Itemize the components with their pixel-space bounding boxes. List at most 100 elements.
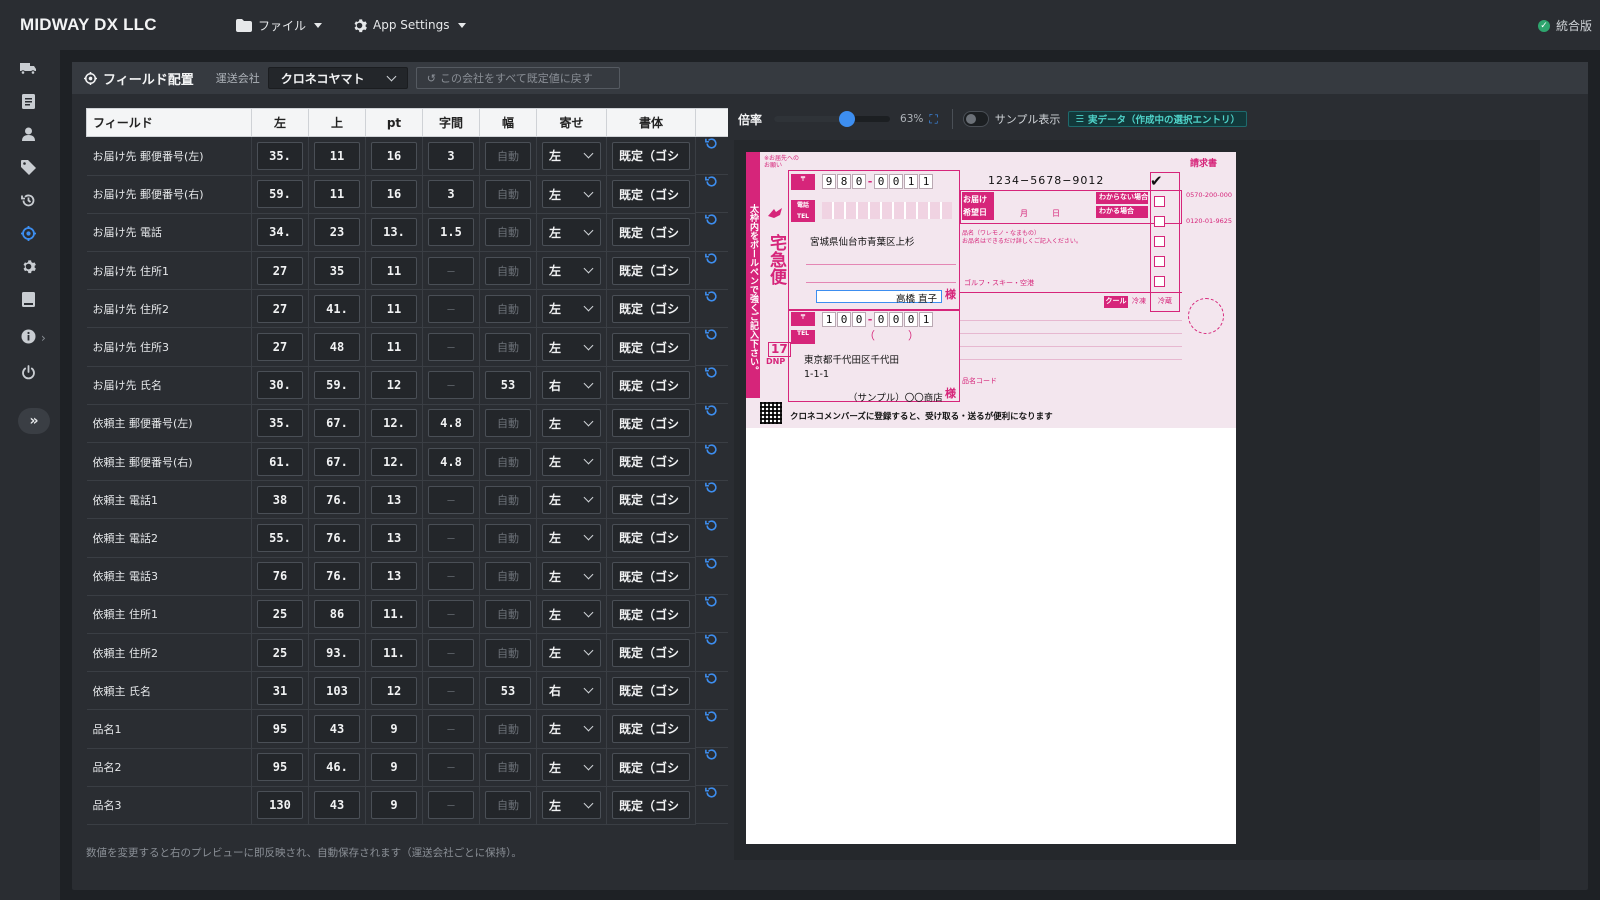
width-input[interactable]: 自動 [485,218,531,247]
reset-row-icon[interactable] [705,213,718,226]
left-input[interactable]: 27 [257,333,303,362]
reset-row-icon[interactable] [705,290,718,303]
font-select[interactable]: 既定（ゴシ [612,256,690,285]
top-input[interactable]: 76. [314,523,360,552]
align-select[interactable]: 左 [542,485,601,514]
spacing-input[interactable]: – [428,600,474,629]
pt-input[interactable]: 11 [371,294,417,323]
reset-row-icon[interactable] [705,786,718,799]
left-input[interactable]: 31 [257,676,303,705]
spacing-input[interactable]: – [428,333,474,362]
pt-input[interactable]: 13 [371,523,417,552]
font-select[interactable]: 既定（ゴシ [612,600,690,629]
align-select[interactable]: 左 [542,753,601,782]
font-select[interactable]: 既定（ゴシ [612,676,690,705]
align-select[interactable]: 左 [542,600,601,629]
pt-input[interactable]: 11 [371,333,417,362]
width-input[interactable]: 53 [485,371,531,400]
reset-row-icon[interactable] [705,137,718,150]
align-select[interactable]: 右 [542,371,601,400]
pt-input[interactable]: 16 [371,180,417,209]
field-table-scroll[interactable]: フィールド 左 上 pt 字間 幅 寄せ 書体 お届け先 郵便番号(左) 35. 1… [86,108,728,844]
spacing-input[interactable]: 1.5 [428,218,474,247]
left-input[interactable]: 34. [257,218,303,247]
width-input[interactable]: 自動 [485,333,531,362]
font-select[interactable]: 既定（ゴシ [612,447,690,476]
pt-input[interactable]: 9 [371,714,417,743]
top-input[interactable]: 35 [314,256,360,285]
top-input[interactable]: 41. [314,294,360,323]
reset-row-icon[interactable] [705,443,718,456]
width-input[interactable]: 自動 [485,638,531,667]
width-input[interactable]: 自動 [485,141,531,170]
align-select[interactable]: 左 [542,294,601,323]
width-input[interactable]: 自動 [485,714,531,743]
spacing-input[interactable]: – [428,791,474,820]
spacing-input[interactable]: – [428,523,474,552]
left-input[interactable]: 59. [257,180,303,209]
left-input[interactable]: 130 [257,791,303,820]
reset-row-icon[interactable] [705,557,718,570]
left-input[interactable]: 27 [257,294,303,323]
font-select[interactable]: 既定（ゴシ [612,409,690,438]
carrier-select[interactable]: クロネコヤマト [267,67,408,89]
pt-input[interactable]: 16 [371,141,417,170]
left-input[interactable]: 95 [257,714,303,743]
reset-row-icon[interactable] [705,519,718,532]
width-input[interactable]: 自動 [485,791,531,820]
font-select[interactable]: 既定（ゴシ [612,562,690,591]
sidebar-item-field-layout[interactable] [16,223,40,243]
left-input[interactable]: 25 [257,600,303,629]
reset-row-icon[interactable] [705,328,718,341]
top-input[interactable]: 11 [314,141,360,170]
reset-row-icon[interactable] [705,595,718,608]
reset-row-icon[interactable] [705,633,718,646]
spacing-input[interactable]: – [428,371,474,400]
align-select[interactable]: 左 [542,333,601,362]
top-input[interactable]: 76. [314,485,360,514]
spacing-input[interactable]: 3 [428,180,474,209]
pt-input[interactable]: 9 [371,791,417,820]
width-input[interactable]: 自動 [485,562,531,591]
sidebar-item-info[interactable] [16,326,40,346]
top-input[interactable]: 48 [314,333,360,362]
sidebar-item-logout[interactable] [16,362,40,382]
top-input[interactable]: 93. [314,638,360,667]
spacing-input[interactable]: 3 [428,141,474,170]
spacing-input[interactable]: – [428,485,474,514]
spacing-input[interactable]: 4.8 [428,409,474,438]
reset-row-icon[interactable] [705,175,718,188]
width-input[interactable]: 自動 [485,409,531,438]
width-input[interactable]: 自動 [485,600,531,629]
fit-to-screen-icon[interactable]: ⛶ [929,112,937,127]
align-select[interactable]: 左 [542,714,601,743]
top-input[interactable]: 46. [314,753,360,782]
pt-input[interactable]: 11. [371,638,417,667]
font-select[interactable]: 既定（ゴシ [612,294,690,323]
width-input[interactable]: 自動 [485,256,531,285]
left-input[interactable]: 35. [257,141,303,170]
font-select[interactable]: 既定（ゴシ [612,371,690,400]
file-menu[interactable]: ファイル [236,17,323,34]
align-select[interactable]: 左 [542,562,601,591]
font-select[interactable]: 既定（ゴシ [612,180,690,209]
reset-row-icon[interactable] [705,481,718,494]
align-select[interactable]: 左 [542,218,601,247]
sidebar-item-shipping[interactable] [16,58,40,78]
left-input[interactable]: 35. [257,409,303,438]
pt-input[interactable]: 12 [371,676,417,705]
sidebar-expand-button[interactable]: » [18,408,50,434]
spacing-input[interactable]: – [428,294,474,323]
align-select[interactable]: 左 [542,256,601,285]
spacing-input[interactable]: – [428,676,474,705]
sidebar-item-users[interactable] [16,124,40,144]
font-select[interactable]: 既定（ゴシ [612,333,690,362]
sample-toggle[interactable] [962,111,989,127]
align-select[interactable]: 左 [542,638,601,667]
pt-input[interactable]: 11. [371,600,417,629]
font-select[interactable]: 既定（ゴシ [612,753,690,782]
font-select[interactable]: 既定（ゴシ [612,523,690,552]
width-input[interactable]: 自動 [485,447,531,476]
width-input[interactable]: 自動 [485,753,531,782]
reset-all-button[interactable]: ↺ この会社をすべて既定値に戻す [415,67,620,89]
